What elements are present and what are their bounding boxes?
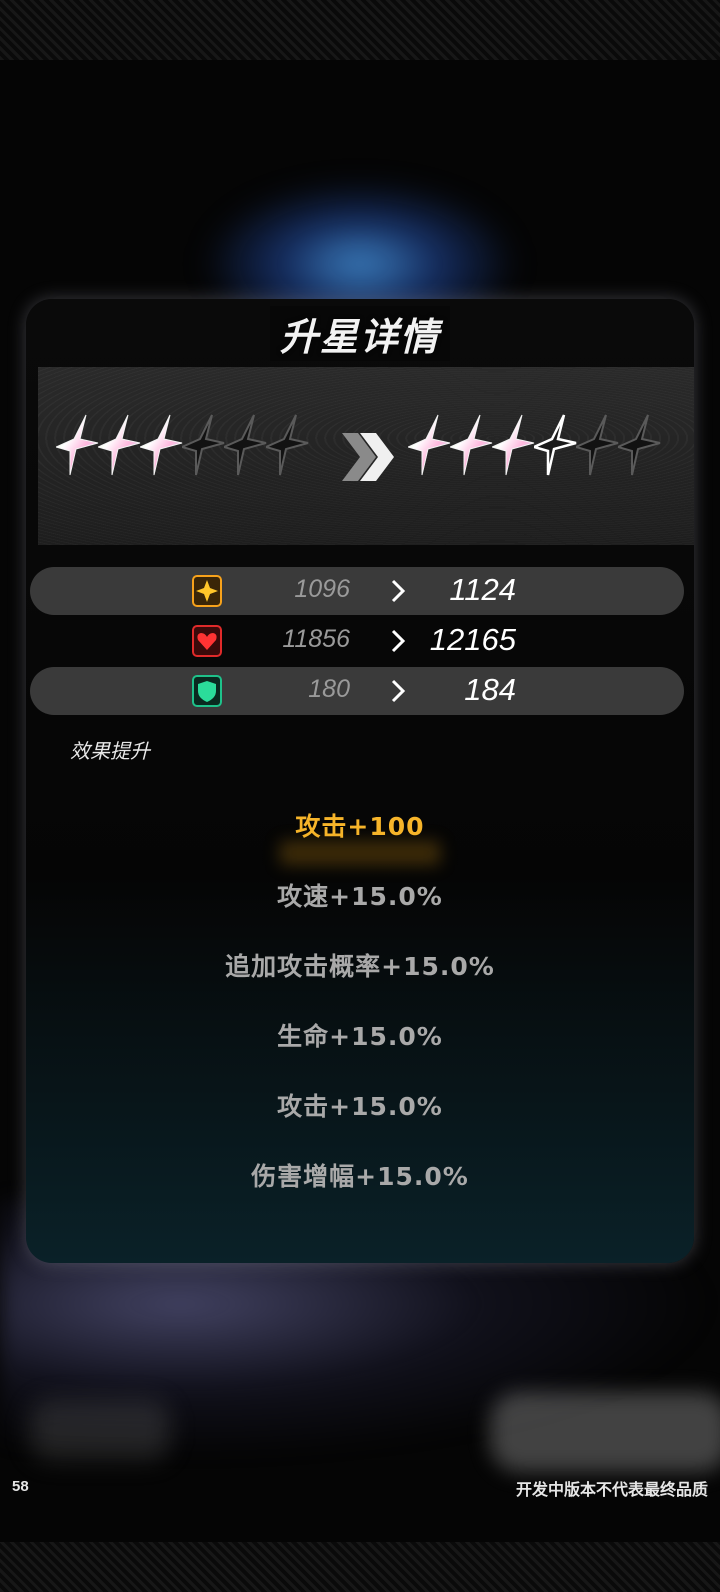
background-blur-button xyxy=(490,1392,720,1472)
chevron-right-icon xyxy=(391,629,406,653)
defense-icon xyxy=(192,675,222,707)
stat-row-defense: 180 184 xyxy=(30,667,684,715)
effects-title: 效果提升 xyxy=(70,739,150,763)
star-outline-icon xyxy=(534,414,577,476)
star-empty-icon xyxy=(618,414,661,476)
effect-item: 生命+15.0% xyxy=(26,1019,694,1089)
effect-label: 攻速+15.0% xyxy=(277,882,443,911)
double-chevron-icon xyxy=(342,433,394,481)
stat-new-value: 1124 xyxy=(449,572,516,607)
effect-label: 攻击+15.0% xyxy=(277,1092,443,1121)
effect-label: 伤害增幅+15.0% xyxy=(251,1162,469,1191)
stat-old-value: 11856 xyxy=(282,625,350,653)
star-filled-icon xyxy=(492,414,535,476)
effect-item: 伤害增幅+15.0% xyxy=(26,1159,694,1229)
effect-label: 追加攻击概率+15.0% xyxy=(225,952,495,981)
star-empty-icon xyxy=(576,414,619,476)
effect-item: 追加攻击概率+15.0% xyxy=(26,949,694,1019)
next-stars xyxy=(408,413,661,477)
panel-title: 升星详情 xyxy=(269,305,450,361)
stat-old-value: 1096 xyxy=(294,575,350,603)
effect-label: 攻击+100 xyxy=(295,812,425,841)
background-blur-element xyxy=(30,1400,170,1460)
effects-list: 攻击+100 攻速+15.0% 追加攻击概率+15.0% 生命+15.0% 攻击… xyxy=(26,809,694,1229)
star-filled-icon xyxy=(98,414,141,476)
star-filled-icon xyxy=(408,414,451,476)
star-filled-icon xyxy=(450,414,493,476)
attack-icon xyxy=(192,575,222,607)
dev-disclaimer: 开发中版本不代表最终品质 xyxy=(515,1480,708,1499)
star-filled-icon xyxy=(56,414,99,476)
panel-header: 升星详情 xyxy=(26,299,694,367)
page-number: 58 xyxy=(12,1478,29,1495)
current-stars xyxy=(56,413,309,477)
star-empty-icon xyxy=(182,414,225,476)
effect-item: 攻速+15.0% xyxy=(26,879,694,949)
stat-new-value: 184 xyxy=(464,672,516,707)
star-filled-icon xyxy=(140,414,183,476)
top-pattern xyxy=(0,0,720,60)
bottom-pattern xyxy=(0,1542,720,1592)
stat-new-value: 12165 xyxy=(429,622,516,657)
stat-old-value: 180 xyxy=(308,675,350,703)
effect-highlight-glow xyxy=(280,841,440,865)
health-icon xyxy=(192,625,222,657)
chevron-right-icon xyxy=(391,679,406,703)
star-comparison xyxy=(38,367,694,545)
effect-item: 攻击+100 xyxy=(26,809,694,879)
star-empty-icon xyxy=(266,414,309,476)
stat-row-attack: 1096 1124 xyxy=(30,567,684,615)
star-empty-icon xyxy=(224,414,267,476)
stat-row-health: 11856 12165 xyxy=(30,617,684,665)
star-upgrade-panel: 升星详情 1096 1124 11856 12165 180 184 效果提升 … xyxy=(26,299,694,1263)
effect-item: 攻击+15.0% xyxy=(26,1089,694,1159)
effect-label: 生命+15.0% xyxy=(277,1022,443,1051)
chevron-right-icon xyxy=(391,579,406,603)
